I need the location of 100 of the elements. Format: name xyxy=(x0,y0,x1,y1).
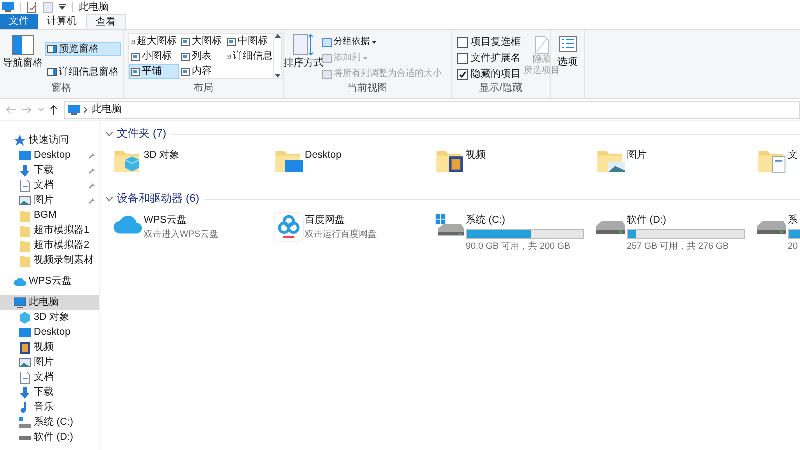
pin-icon xyxy=(87,166,95,174)
view-command[interactable]: 分组依据 xyxy=(322,35,442,49)
group-header[interactable]: 文件夹 (7) xyxy=(117,126,166,142)
nav-item[interactable]: BGM xyxy=(0,208,99,223)
scroll-down-icon[interactable] xyxy=(274,74,280,78)
tile-item[interactable]: WPS云盘 双击进入WPS云盘 xyxy=(113,211,274,249)
download-arrow-icon xyxy=(19,386,31,398)
hard-drive-icon xyxy=(757,221,787,234)
nav-item[interactable]: 视频录制素材 xyxy=(0,253,99,268)
computer-icon xyxy=(14,296,26,308)
ribbon-tab[interactable]: 查看 xyxy=(86,14,126,29)
hard-drive-icon xyxy=(19,436,31,440)
nav-item[interactable]: 超市模拟器2 xyxy=(0,238,99,253)
nav-item[interactable]: 图片 xyxy=(0,355,99,370)
layout-option[interactable]: 平铺 xyxy=(129,64,179,79)
layout-option[interactable]: 列表 xyxy=(179,49,225,64)
navigation-pane-icon xyxy=(12,35,34,55)
document-icon xyxy=(19,180,31,192)
download-arrow-icon xyxy=(19,164,31,176)
view-icon xyxy=(131,38,135,46)
layout-option[interactable]: 小图标 xyxy=(129,49,179,64)
checkbox-label: 隐藏的项目 xyxy=(471,68,521,82)
folder-icon xyxy=(19,240,31,252)
details-pane-button[interactable]: 详细信息窗格 xyxy=(45,65,121,79)
caret-icon xyxy=(363,56,368,60)
nav-item[interactable]: 快速访问 xyxy=(0,133,99,148)
tile-item[interactable]: 文 xyxy=(757,146,800,184)
folder-icon xyxy=(19,224,31,236)
file-tab[interactable]: 文件 xyxy=(0,14,38,29)
nav-item[interactable]: 文档 xyxy=(0,370,99,385)
nav-item[interactable]: Desktop xyxy=(0,148,99,163)
checkbox[interactable] xyxy=(457,37,468,48)
pin-icon xyxy=(87,196,95,204)
options-button[interactable]: 选项 xyxy=(558,36,578,70)
tile-item[interactable]: 百度网盘 双击运行百度网盘 xyxy=(274,211,435,249)
checkbox-label: 项目复选框 xyxy=(471,36,521,50)
nav-item[interactable]: 文档 xyxy=(0,178,99,193)
layout-option[interactable]: 详细信息 xyxy=(225,49,275,64)
checkbox[interactable] xyxy=(457,69,468,80)
sort-grid-icon xyxy=(293,34,315,56)
up-arrow-icon[interactable] xyxy=(50,104,58,114)
nav-item[interactable]: 视频 xyxy=(0,340,99,355)
film-icon xyxy=(19,342,31,354)
desktop-icon xyxy=(19,326,31,338)
folder-icon xyxy=(19,210,31,222)
nav-item[interactable]: 音乐 xyxy=(0,400,99,415)
view-icon xyxy=(227,52,231,60)
nav-item[interactable]: 此电脑 xyxy=(0,295,99,310)
tile-item[interactable]: 视频 xyxy=(435,146,596,184)
desktop-icon xyxy=(19,150,31,162)
nav-item[interactable]: 3D 对象 xyxy=(0,310,99,325)
nav-item[interactable]: 下载 xyxy=(0,163,99,178)
document-icon xyxy=(19,372,31,384)
view-icon xyxy=(227,38,236,46)
layout-option[interactable]: 超大图标 xyxy=(129,34,179,49)
folder-icon xyxy=(19,254,31,266)
chevron-right-icon xyxy=(84,106,88,112)
pin-icon xyxy=(87,152,95,160)
tile-item[interactable]: Desktop xyxy=(274,146,435,184)
tile-item[interactable]: 系统 (C:) 90.0 GB 可用，共 200 GB xyxy=(435,211,596,249)
navigation-pane-button[interactable]: 导航窗格 xyxy=(2,35,44,81)
hard-drive-icon xyxy=(596,221,626,234)
cloud-icon xyxy=(14,276,26,288)
address-field[interactable]: 此电脑 xyxy=(64,100,800,118)
computer-icon xyxy=(68,104,80,114)
group-label: 窗格 xyxy=(50,82,72,96)
chevron-down-icon[interactable] xyxy=(106,196,113,202)
document-icon xyxy=(535,36,549,54)
group-label: 显示/隐藏 xyxy=(478,82,524,96)
nav-item[interactable]: 图片 xyxy=(0,193,99,208)
options-list-icon xyxy=(558,36,576,52)
gallery-scrollbar[interactable] xyxy=(274,33,282,79)
tile-item[interactable]: 图片 xyxy=(596,146,757,184)
layout-option[interactable]: 内容 xyxy=(179,64,225,79)
checkbox[interactable] xyxy=(457,53,468,64)
tile-item[interactable]: 系 20 xyxy=(757,211,800,249)
nav-item[interactable]: 软件 (D:) xyxy=(0,430,99,445)
tile-item[interactable]: 软件 (D:) 257 GB 可用，共 276 GB xyxy=(596,211,757,249)
group-header[interactable]: 设备和驱动器 (6) xyxy=(117,190,200,208)
scroll-up-icon[interactable] xyxy=(274,34,280,38)
properties-icon[interactable] xyxy=(27,2,37,12)
dropdown-caret-icon[interactable] xyxy=(59,4,66,10)
nav-item[interactable]: WPS云盘 xyxy=(0,274,99,289)
nav-item[interactable]: 下载 xyxy=(0,385,99,400)
caret-icon xyxy=(372,40,377,44)
pin-icon xyxy=(87,182,95,190)
nav-item[interactable]: 超市模拟器1 xyxy=(0,223,99,238)
checkbox-label: 文件扩展名 xyxy=(471,52,521,66)
pane-icon xyxy=(47,45,57,53)
group-label: 当前视图 xyxy=(346,82,388,96)
pane-icon xyxy=(47,68,57,76)
star-icon xyxy=(14,134,26,146)
computer-icon xyxy=(2,2,14,12)
window-title: 此电脑 xyxy=(79,0,109,14)
preview-pane-button[interactable]: 预览窗格 xyxy=(45,42,121,56)
tile-item[interactable]: 3D 对象 xyxy=(113,146,274,184)
nav-item[interactable]: 系统 (C:) xyxy=(0,415,99,430)
chevron-down-icon[interactable] xyxy=(106,132,113,136)
layout-option[interactable]: 大图标 xyxy=(179,34,225,49)
nav-item[interactable]: Desktop xyxy=(0,325,99,340)
